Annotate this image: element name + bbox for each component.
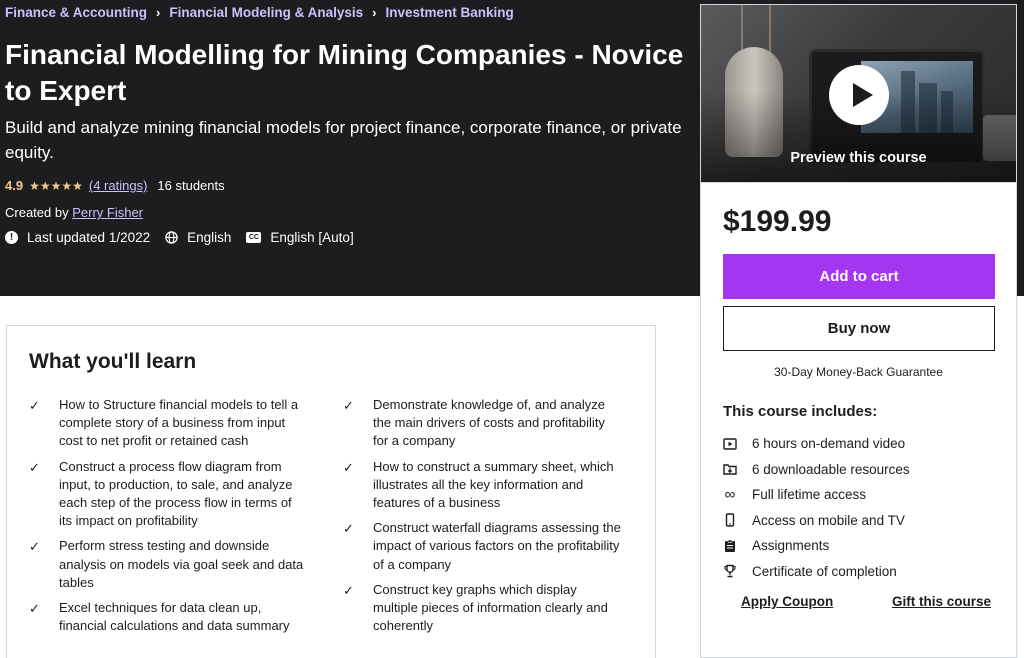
includes-item: 6 hours on-demand video [723,431,1003,457]
includes-item-label: 6 downloadable resources [752,461,910,477]
apply-coupon-link[interactable]: Apply Coupon [741,594,833,609]
learn-item-text: Perform stress testing and downside anal… [59,538,304,590]
includes-item-label: Full lifetime access [752,487,867,503]
learn-item: ✓ How to Structure financial models to te… [29,396,307,451]
check-icon: ✓ [29,601,40,617]
course-title: Financial Modelling for Mining Companies… [5,39,684,106]
created-by-label: Created by [5,205,69,220]
learn-item: ✓ Perform stress testing and downside ana… [29,537,307,592]
course-price: $199.99 [723,205,832,238]
course-preview[interactable]: Preview this course [701,5,1016,183]
includes-item: 6 downloadable resources [723,457,1003,483]
play-icon[interactable] [829,65,889,125]
check-icon: ✓ [343,521,354,537]
includes-item: ∞ Full lifetime access [723,482,1003,508]
infinity-icon: ∞ [724,486,736,504]
breadcrumb-item-investment-banking[interactable]: Investment Banking [386,5,514,20]
includes-item-label: 6 hours on-demand video [752,436,906,452]
includes-item-label: Certificate of completion [752,563,897,579]
chevron-right-icon: › [156,5,161,20]
rating-summary: 4.9 ★★★★★ (4 ratings) 16 students [5,178,225,193]
includes-title: This course includes: [723,403,878,420]
language: English [165,230,231,245]
captions-text: English [Auto] [270,230,354,245]
check-icon: ✓ [29,398,40,413]
includes-item: Certificate of completion [723,559,1003,585]
mobile-icon [725,513,735,527]
last-updated: ! Last updated 1/2022 [5,230,150,245]
learn-item: ✓ How to construct a summary sheet, which… [343,458,621,513]
learn-item-text: How to construct a summary sheet, which … [373,458,614,511]
learn-list-left: ✓ How to Structure financial models to te… [29,396,307,642]
includes-item: Access on mobile and TV [723,508,1003,534]
learn-item: ✓ Construct key graphs which display mult… [343,581,621,636]
gift-course-link[interactable]: Gift this course [892,594,991,609]
includes-item-label: Access on mobile and TV [752,512,905,528]
captions: CC English [Auto] [246,230,354,245]
alert-badge-icon: ! [5,231,18,244]
instructor-link[interactable]: Perry Fisher [72,205,143,220]
includes-list: 6 hours on-demand video 6 downloadable r… [723,431,1003,584]
learn-item-text: Construct waterfall diagrams assessing t… [373,520,621,572]
assignment-icon [725,539,735,552]
star-rating-icon: ★★★★★ [29,178,83,193]
ratings-count-link[interactable]: (4 ratings) [89,178,148,193]
learn-item: ✓ Construct waterfall diagrams assessing … [343,519,621,574]
last-updated-text: Last updated 1/2022 [27,230,151,245]
check-icon: ✓ [343,459,354,475]
learn-item: ✓ Excel techniques for data clean up, fin… [29,599,307,635]
learn-item-text: Construct key graphs which display multi… [373,581,608,634]
language-text: English [187,230,232,245]
card-links: Apply Coupon Gift this course [741,594,991,609]
breadcrumb-item-finance[interactable]: Finance & Accounting [5,5,147,20]
buy-now-button[interactable]: Buy now [723,306,995,351]
student-count: 16 students [157,178,225,193]
breadcrumb: Finance & Accounting › Financial Modelin… [5,5,514,20]
learn-list-right: ✓ Demonstrate knowledge of, and analyze t… [343,396,621,642]
rating-value: 4.9 [5,178,24,193]
learn-item-text: How to Structure financial models to tel… [59,397,299,449]
globe-icon [165,231,178,244]
check-icon: ✓ [29,459,40,475]
includes-item-label: Assignments [752,538,830,554]
course-meta: ! Last updated 1/2022 English CC English… [5,230,369,245]
purchase-card: Preview this course $199.99 Add to cart … [700,4,1017,658]
download-icon [723,464,737,475]
learn-item-text: Demonstrate knowledge of, and analyze th… [373,397,605,449]
trophy-icon [724,565,736,578]
video-icon [723,438,737,450]
learn-title: What you'll learn [29,350,197,373]
chevron-right-icon: › [372,5,377,20]
check-icon: ✓ [29,539,40,555]
learn-item: ✓ Demonstrate knowledge of, and analyze t… [343,396,621,451]
breadcrumb-item-financial-modeling[interactable]: Financial Modeling & Analysis [169,5,363,20]
add-to-cart-button[interactable]: Add to cart [723,254,995,299]
check-icon: ✓ [343,582,354,598]
closed-captions-icon: CC [246,232,262,243]
check-icon: ✓ [343,398,354,413]
includes-item: Assignments [723,533,1003,559]
learn-item: ✓ Construct a process flow diagram from i… [29,458,307,531]
created-by: Created by Perry Fisher [5,205,143,220]
learn-item-text: Construct a process flow diagram from in… [59,458,293,529]
learn-item-text: Excel techniques for data clean up, fina… [59,600,290,634]
money-back-guarantee: 30-Day Money-Back Guarantee [774,365,943,379]
what-youll-learn: What you'll learn ✓ How to Structure fina… [6,325,656,658]
preview-label[interactable]: Preview this course [701,150,1016,166]
course-subtitle: Build and analyze mining financial model… [5,118,682,162]
